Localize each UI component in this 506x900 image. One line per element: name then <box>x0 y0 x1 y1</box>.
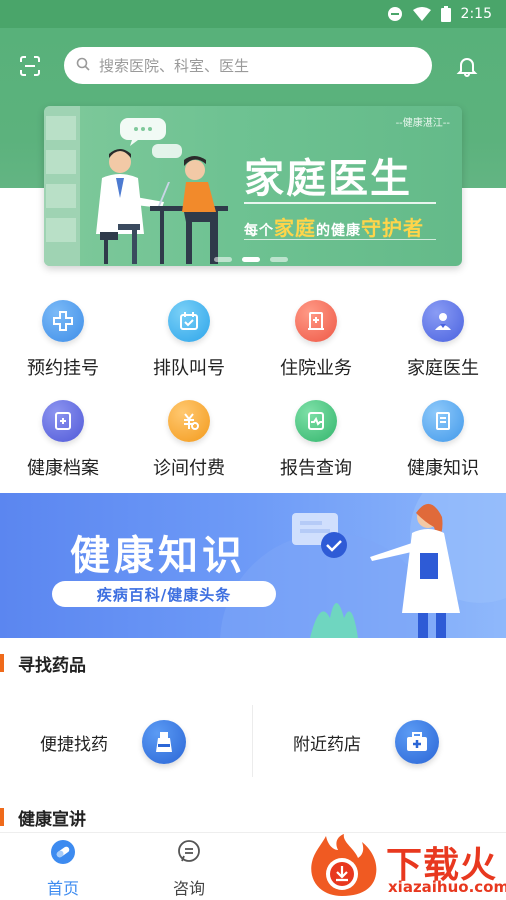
slogan-part: 健康 <box>331 223 361 239</box>
wifi-icon <box>412 7 431 21</box>
section-title-text: 健康宣讲 <box>18 809 86 830</box>
slogan-part: 的 <box>316 223 331 239</box>
drug-item-label: 便捷找药 <box>40 734 108 755</box>
watermark-url: xiazaihuo.com <box>388 878 506 896</box>
home-pill-icon <box>50 839 76 869</box>
search-icon <box>76 57 90 75</box>
app-root: 2:15 搜索医院、科室、医生 --健康湛江-- 家庭医生 每个家庭的健康守护者… <box>0 0 506 900</box>
knowledge-book-icon <box>422 400 464 442</box>
service-label: 排队叫号 <box>153 358 225 379</box>
section-accent-bar <box>0 654 4 672</box>
service-inpatient[interactable]: 住院业务 <box>253 300 379 390</box>
knowledge-banner-title: 健康知识 <box>70 533 246 579</box>
health-record-icon <box>42 400 84 442</box>
service-health-records[interactable]: 健康档案 <box>0 400 126 490</box>
slogan-part: 家庭 <box>274 216 316 240</box>
slogan-part: 守护者 <box>361 216 424 240</box>
section-accent-bar <box>0 808 4 826</box>
flame-logo-icon <box>311 834 377 896</box>
health-lecture-title: 健康宣讲 <box>0 805 86 830</box>
hero-divider <box>244 202 436 204</box>
nav-consult[interactable]: 咨询 <box>149 839 229 899</box>
dnd-icon <box>387 6 403 22</box>
bookshelf-illustration <box>44 106 80 266</box>
service-family-doctor[interactable]: 家庭医生 <box>380 300 506 390</box>
nav-home[interactable]: 首页 <box>23 839 103 899</box>
quick-find-drug[interactable]: 便捷找药 <box>40 720 186 764</box>
payment-icon <box>168 400 210 442</box>
slogan-part: 每个 <box>244 223 274 239</box>
scan-icon[interactable] <box>18 54 42 78</box>
service-appointment[interactable]: 预约挂号 <box>0 300 126 390</box>
service-label: 预约挂号 <box>27 358 99 379</box>
doctor-icon <box>422 300 464 342</box>
hospital-cross-icon <box>42 300 84 342</box>
watermark: 下载火 xiazaihuo.com <box>298 834 506 900</box>
service-label: 诊间付费 <box>153 458 225 479</box>
chat-icon <box>176 839 202 869</box>
find-drugs-title: 寻找药品 <box>0 651 86 676</box>
carousel-dots[interactable] <box>214 257 288 262</box>
knowledge-banner-subtitle: 疾病百科/健康头条 <box>52 581 276 607</box>
calendar-check-icon <box>168 300 210 342</box>
hero-banner[interactable]: --健康湛江-- 家庭医生 每个家庭的健康守护者 <box>44 106 462 266</box>
service-label: 家庭医生 <box>407 358 479 379</box>
doctor-patient-illustration <box>96 118 228 264</box>
nav-label: 首页 <box>46 879 79 898</box>
carousel-dot-active[interactable] <box>242 257 260 262</box>
medicine-bottle-icon <box>142 720 186 764</box>
service-label: 报告查询 <box>280 458 352 479</box>
service-report[interactable]: 报告查询 <box>253 400 379 490</box>
report-icon <box>295 400 337 442</box>
service-label: 健康档案 <box>27 458 99 479</box>
battery-icon <box>440 6 451 22</box>
service-payment[interactable]: 诊间付费 <box>126 400 252 490</box>
carousel-dot[interactable] <box>214 257 232 262</box>
clock-time: 2:15 <box>460 6 492 22</box>
hero-tag: --健康湛江-- <box>395 118 450 129</box>
drug-item-label: 附近药店 <box>293 734 361 755</box>
section-title-text: 寻找药品 <box>18 655 86 676</box>
status-bar: 2:15 <box>0 0 506 28</box>
carousel-dot[interactable] <box>270 257 288 262</box>
hero-title: 家庭医生 <box>244 156 412 202</box>
nearby-pharmacy[interactable]: 附近药店 <box>293 720 439 764</box>
hospital-bed-icon <box>295 300 337 342</box>
search-bar[interactable]: 搜索医院、科室、医生 <box>64 47 432 84</box>
service-label: 住院业务 <box>280 358 352 379</box>
nav-label: 咨询 <box>172 879 205 898</box>
bell-icon[interactable] <box>456 55 478 77</box>
service-queue[interactable]: 排队叫号 <box>126 300 252 390</box>
hero-slogan: 每个家庭的健康守护者 <box>244 212 424 241</box>
health-knowledge-banner[interactable]: 健康知识 疾病百科/健康头条 <box>0 493 506 638</box>
search-input[interactable]: 搜索医院、科室、医生 <box>99 55 249 76</box>
services-grid: 预约挂号 排队叫号 住院业务 家庭医生 健康档案 诊间付费 报告查询 健康知识 <box>0 292 506 482</box>
service-label: 健康知识 <box>407 458 479 479</box>
medical-kit-icon <box>395 720 439 764</box>
service-knowledge[interactable]: 健康知识 <box>380 400 506 490</box>
drug-divider <box>252 705 253 777</box>
hero-divider-bottom <box>244 239 436 240</box>
